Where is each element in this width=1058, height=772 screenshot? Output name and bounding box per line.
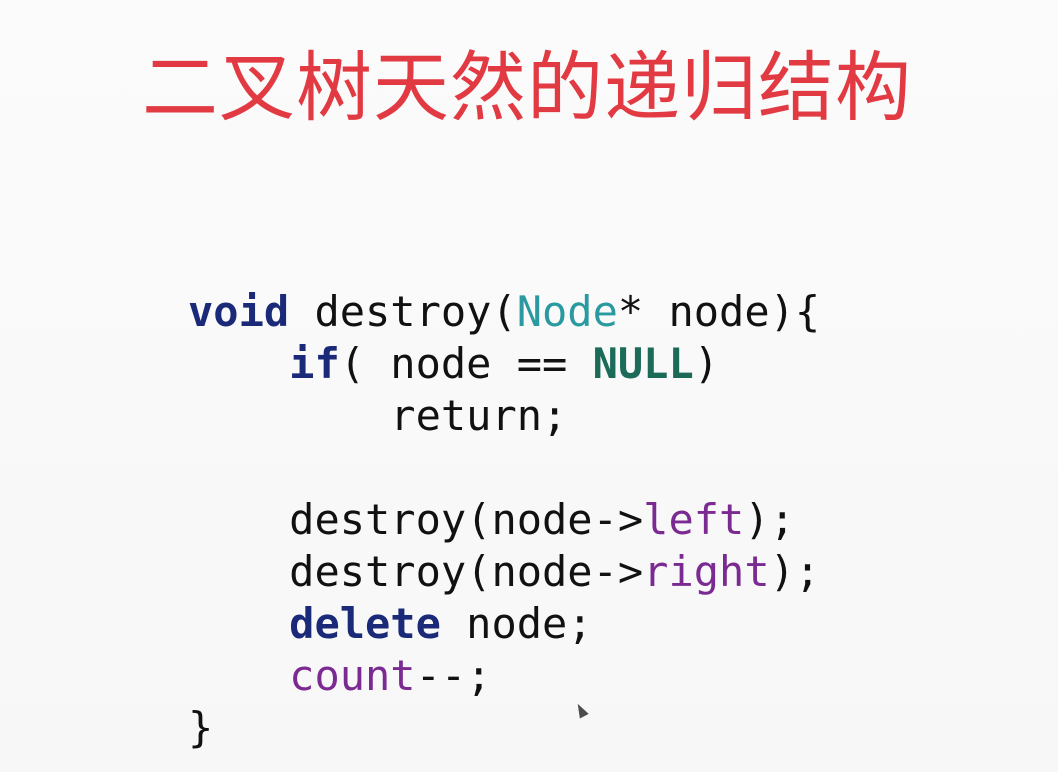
constant-null: NULL [592, 339, 694, 388]
keyword-if: if [289, 339, 340, 388]
code-line-1: void destroy(Node* node){ [188, 286, 948, 338]
closing-brace: } [188, 703, 214, 752]
call-end: ); [769, 547, 821, 596]
call-part: destroy(node-> [289, 547, 644, 596]
code-line-9: } [188, 702, 948, 754]
condition-part: ( node == [339, 339, 593, 388]
code-line-7: delete node; [188, 598, 948, 650]
slide-title: 二叉树天然的递归结构 [142, 43, 912, 132]
type-node: Node [516, 287, 618, 336]
code-block: void destroy(Node* node){ if( node == NU… [188, 286, 948, 754]
keyword-void: void [188, 287, 290, 336]
code-line-8: count--; [188, 650, 948, 702]
call-end: ); [744, 495, 795, 544]
slide: 二叉树天然的递归结构 void destroy(Node* node){ if(… [0, 0, 1058, 772]
field-left: left [643, 495, 745, 544]
parameter-part: * node){ [617, 287, 821, 336]
call-part: destroy(node-> [289, 495, 644, 544]
decrement-operator: --; [415, 651, 492, 700]
field-right: right [643, 547, 770, 596]
code-line-2: if( node == NULL) [188, 338, 948, 390]
return-statement: return; [390, 391, 568, 440]
delete-target: node; [440, 599, 593, 648]
field-count: count [289, 651, 416, 700]
code-line-6: destroy(node->right); [188, 546, 948, 598]
code-line-5: destroy(node->left); [188, 494, 948, 546]
keyword-delete: delete [289, 599, 441, 648]
condition-end: ) [693, 339, 720, 388]
function-signature-part: destroy( [289, 287, 517, 336]
code-line-3: return; [188, 390, 948, 442]
